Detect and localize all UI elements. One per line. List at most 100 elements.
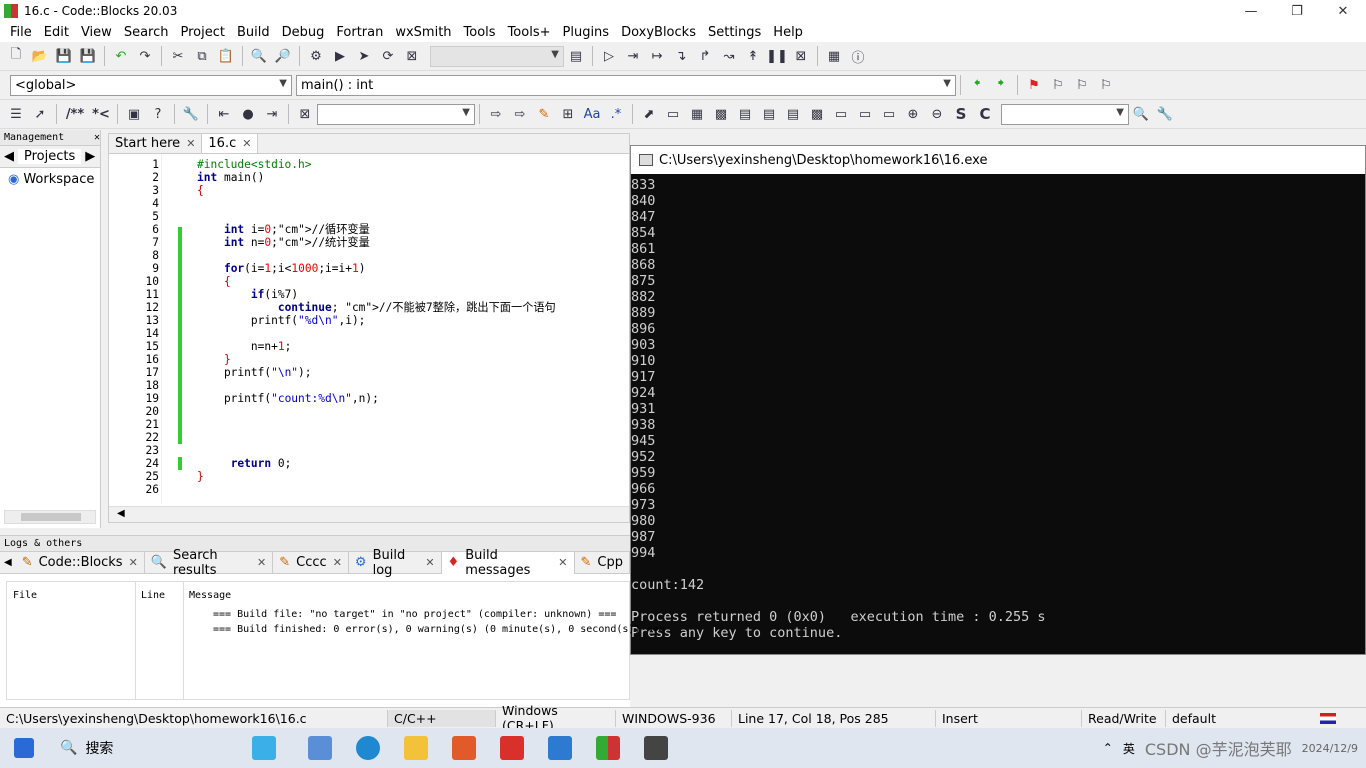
selected-only-icon[interactable]: ⊞ [558,104,578,124]
code-stack-icon[interactable]: ☰ [6,104,26,124]
shape-e-icon[interactable]: ▭ [831,104,851,124]
bookmark-next-icon[interactable]: ⚐ [1072,75,1092,95]
editor-scrollbar[interactable]: ◀ [109,506,629,522]
build-messages-table[interactable]: File Line Message === Build file: "no ta… [6,581,665,700]
code-line[interactable] [197,249,556,262]
open-icon[interactable]: 📂 [30,46,50,66]
find-icon[interactable]: 🔍 [249,46,269,66]
taskbar-search[interactable]: 🔍 搜索 [60,738,240,758]
replace-icon[interactable]: 🔎 [273,46,293,66]
s-button[interactable]: S [951,104,971,124]
close-icon[interactable]: ✕ [333,556,342,569]
zoom-out-icon[interactable]: ⊖ [927,104,947,124]
highlight-icon[interactable]: ✎ [534,104,554,124]
code-line[interactable] [197,418,556,431]
ide-icon[interactable] [548,736,572,760]
wps-icon[interactable] [500,736,524,760]
prev-breakpoint-icon[interactable]: ⇤ [214,104,234,124]
code-line[interactable]: printf("count:%d\n",n); [197,392,556,405]
tab-scroll-left-icon[interactable]: ◀ [0,557,16,568]
tray-chevron-icon[interactable]: ⌃ [1103,741,1113,755]
code-line[interactable]: int n=0;"cm">//统计变量 [197,236,556,249]
menu-tools-plus[interactable]: Tools+ [502,25,557,40]
input-language[interactable]: 英 [1123,740,1135,757]
close-icon[interactable]: ✕ [186,137,195,150]
shape-c-icon[interactable]: ▤ [783,104,803,124]
select-pointer-icon[interactable]: ⬈ [639,104,659,124]
code-line[interactable]: for(i=1;i<1000;i=i+1) [197,262,556,275]
code-line[interactable] [197,379,556,392]
tab-projects[interactable]: Projects [18,149,82,164]
run-to-cursor-icon[interactable]: ⇥ [623,46,643,66]
widget-icon[interactable] [252,736,276,760]
close-button[interactable]: ✕ [1320,0,1366,22]
code-line[interactable] [197,483,556,496]
rect-icon[interactable]: ▭ [663,104,683,124]
shape-g-icon[interactable]: ▭ [879,104,899,124]
step-into-icon[interactable]: ↴ [671,46,691,66]
zoom-in-icon[interactable]: ⊕ [903,104,923,124]
match-case-icon[interactable]: Aa [582,104,602,124]
settings-wrench-icon[interactable]: 🔧 [1155,104,1175,124]
table-row[interactable]: === Build finished: 0 error(s), 0 warnin… [213,624,665,635]
tab-start-here[interactable]: Start here ✕ [109,134,203,153]
image-icon[interactable]: ▦ [687,104,707,124]
menu-settings[interactable]: Settings [702,25,767,40]
code-line[interactable]: printf("\n"); [197,366,556,379]
incremental-search-icon[interactable]: ⊠ [295,104,315,124]
menu-project[interactable]: Project [174,25,230,40]
find-symbol-icon[interactable]: 🔍 [1131,104,1151,124]
menu-view[interactable]: View [75,25,118,40]
code-line[interactable]: continue; "cm">//不能被7整除，跳出下面一个语句 [197,301,556,314]
code-line[interactable] [197,210,556,223]
c-button[interactable]: C [975,104,995,124]
forward-arrow-icon[interactable]: 🠺 [991,75,1011,95]
close-icon[interactable]: ✕ [425,556,434,569]
step-instruction-icon[interactable]: ↟ [743,46,763,66]
run-icon[interactable]: ▶ [330,46,350,66]
table-row[interactable]: === Build file: "no target" in "no proje… [213,609,616,620]
block-comment-button[interactable]: /** [63,104,87,124]
next-instruction-icon[interactable]: ↝ [719,46,739,66]
shape-f-icon[interactable]: ▭ [855,104,875,124]
target-options-icon[interactable]: ▤ [566,46,586,66]
function-select[interactable]: main() : int ▼ [296,74,956,96]
step-out-icon[interactable]: ↱ [695,46,715,66]
undo-icon[interactable]: ↶ [111,46,131,66]
code-line[interactable] [197,405,556,418]
scrollbar-thumb[interactable] [21,513,81,521]
minimize-button[interactable]: — [1228,0,1274,22]
menu-edit[interactable]: Edit [38,25,75,40]
edge-icon[interactable] [356,736,380,760]
tab-build-log[interactable]: ⚙ Build log ✕ [349,548,442,578]
maximize-button[interactable]: ❐ [1274,0,1320,22]
code-line[interactable]: { [197,184,556,197]
code-line[interactable] [197,327,556,340]
abort-icon[interactable]: ⊠ [402,46,422,66]
pause-icon[interactable]: ❚❚ [766,46,788,66]
console-taskbar-icon[interactable] [644,736,668,760]
code-line[interactable]: return 0; [197,457,556,470]
code-line[interactable] [197,197,556,210]
code-line[interactable]: #include<stdio.h> [197,158,556,171]
copy-icon[interactable]: ⧉ [192,46,212,66]
info-icon[interactable]: ⓘ [848,46,868,66]
symbol-select[interactable]: ▼ [1001,103,1129,125]
code-line[interactable]: { [197,275,556,288]
windows-start-icon[interactable] [14,738,34,758]
workspace-node[interactable]: ◉ Workspace [0,168,100,191]
menu-search[interactable]: Search [118,25,175,40]
tab-scroll-right-icon[interactable]: ▶ [81,149,99,164]
cut-icon[interactable]: ✂ [168,46,188,66]
back-arrow-icon[interactable]: 🠸 [967,75,987,95]
close-icon[interactable]: ✕ [129,556,138,569]
shape-b-icon[interactable]: ▤ [759,104,779,124]
search-next-icon[interactable]: ⇨ [510,104,530,124]
store-icon[interactable] [452,736,476,760]
new-file-icon[interactable]: 🗋 [6,46,26,66]
next-line-icon[interactable]: ↦ [647,46,667,66]
menu-doxyblocks[interactable]: DoxyBlocks [615,25,702,40]
code-area[interactable]: #include<stdio.h> int main(){ int i=0;"cm… [197,158,556,496]
close-icon[interactable]: ✕ [94,132,100,143]
code-line[interactable]: } [197,353,556,366]
